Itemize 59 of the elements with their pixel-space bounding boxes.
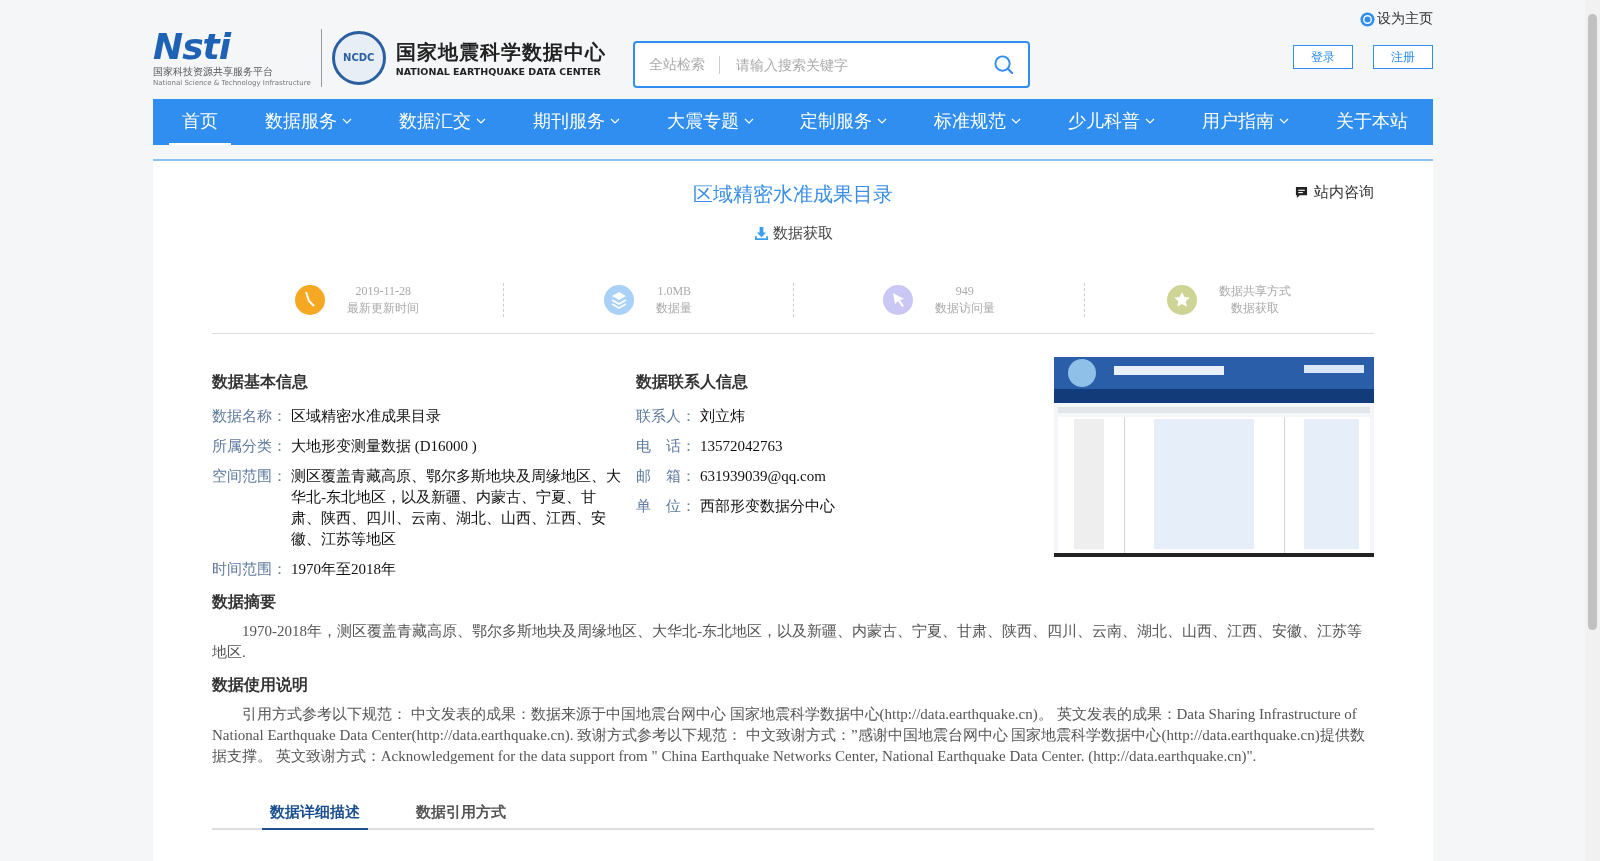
section-heading: 数据摘要	[212, 592, 277, 613]
stat-label: 数据获取	[1231, 300, 1280, 317]
search-scope[interactable]: 全站检索	[649, 55, 705, 74]
scrollbar[interactable]	[1585, 0, 1600, 861]
nav-item[interactable]: 定制服务	[787, 99, 901, 145]
section-heading: 数据使用说明	[212, 675, 309, 696]
auth-button[interactable]: 登录	[1293, 45, 1353, 69]
site-name: 国家地震科学数据中心	[395, 38, 606, 66]
field-label: 联系人：	[636, 406, 696, 427]
nav-item[interactable]: 少儿科普	[1055, 99, 1169, 145]
nav-item[interactable]: 用户指南	[1189, 99, 1302, 145]
field-label: 空间范围：	[212, 466, 287, 487]
usage-text: 引用方式参考以下规范： 中文发表的成果：数据来源于中国地震台网中心 国家地震科学数据中心(http://data.earthquake.cn)。 英文发表的成果：Data Sharing Infrastructure of National Earthquake Data Center(http://data.earthquake.cn). 致谢方式参考以下规范： 中文致谢方式：”感谢中国地震台网中心 国家地震科学数据中心(http://data.earthquake.cn)提供数据支撑。 英文致谢方式：Acknowledgement for the data support from " China Earthquake Networks Center, National Earthquake Data Center. (http://data.earthquake.cn)".	[212, 705, 1366, 766]
field-label: 邮 箱：	[636, 466, 696, 487]
platform-logo-name: 国家科技资源共享服务平台	[153, 64, 274, 79]
field-label: 电 话：	[636, 436, 696, 457]
nav-item[interactable]: 首页	[169, 99, 231, 145]
consult-link[interactable]: 站内咨询	[1295, 183, 1374, 202]
stat-value: 2019-11-28	[355, 283, 411, 300]
field-value: 13572042763	[700, 437, 783, 456]
nav-item[interactable]: 期刊服务	[519, 99, 633, 145]
section-heading: 数据基本信息	[212, 372, 309, 393]
stat-value: 1.0MB	[657, 283, 692, 300]
nav-item[interactable]: 关于本站	[1322, 99, 1421, 145]
stat-label: 数据访问量	[934, 300, 995, 317]
field-value: 刘立炜	[700, 407, 745, 426]
download-link[interactable]: 数据获取	[753, 224, 833, 243]
stat-label: 数据量	[656, 300, 693, 317]
search-icon[interactable]	[993, 54, 1014, 75]
field-label: 所属分类：	[212, 436, 287, 457]
nav-item[interactable]: 大震专题	[653, 99, 767, 145]
nav-item[interactable]: 数据服务	[251, 99, 365, 145]
chat-icon	[1295, 186, 1308, 199]
stat-label: 最新更新时间	[347, 300, 420, 317]
download-icon	[753, 226, 769, 241]
site-name-english: NATIONAL EARTHQUAKE DATA CENTER	[395, 65, 602, 77]
nav-item[interactable]: 数据汇交	[385, 99, 499, 145]
dataset-title: 区域精密水准成果目录	[693, 181, 893, 208]
tab[interactable]: 数据详细描述	[262, 797, 368, 830]
field-value: 1970年至2018年	[291, 560, 396, 579]
auth-button[interactable]: 注册	[1373, 45, 1433, 69]
field-value: 测区覆盖青藏高原、鄂尔多斯地块及周缘地区、大华北-东北地区，以及新疆、内蒙古、宁夏、甘肃、陕西、四川、云南、湖北、山西、江西、安徽、江苏等地区	[291, 467, 622, 549]
stat-value: 数据共享方式	[1219, 283, 1292, 300]
tab[interactable]: 数据引用方式	[408, 797, 514, 830]
summary-text: 1970-2018年，测区覆盖青藏高原、鄂尔多斯地块及周缘地区、大华北-东北地区，以及新疆、内蒙古、宁夏、甘肃、陕西、四川、云南、湖北、山西、江西、安徽、江苏等地区.	[212, 622, 1363, 662]
field-label: 时间范围：	[212, 559, 287, 580]
set-homepage-link[interactable]: 设为主页	[1360, 10, 1433, 28]
field-label: 数据名称：	[212, 406, 287, 427]
field-value: 区域精密水准成果目录	[291, 407, 441, 426]
nav-item[interactable]: 标准规范	[921, 99, 1035, 145]
search-field[interactable]: 全站检索 请输入搜索关键字	[633, 41, 1030, 88]
field-value: 大地形变测量数据 (D16000 )	[291, 437, 477, 456]
field-label: 单 位：	[636, 496, 696, 517]
section-heading: 数据联系人信息	[636, 372, 749, 393]
stat-value: 949	[955, 283, 974, 300]
field-value: 631939039@qq.com	[700, 467, 826, 486]
field-value: 西部形变数据分中心	[700, 497, 835, 516]
platform-logo-mark: Nsti	[153, 28, 232, 65]
emblem-icon: NCDC	[331, 30, 386, 85]
